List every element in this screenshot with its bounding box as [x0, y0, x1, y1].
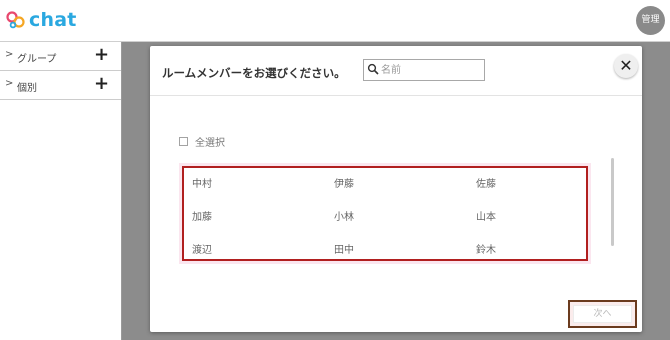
member-item[interactable]: 渡辺: [192, 241, 212, 256]
member-item[interactable]: 加藤: [192, 208, 212, 223]
member-item[interactable]: 伊藤: [334, 175, 354, 190]
search-input[interactable]: [381, 62, 479, 78]
sidebar-item-group[interactable]: > グループ +: [0, 42, 121, 71]
top-header: chat 管理: [0, 0, 670, 42]
close-icon: ✕: [619, 56, 633, 75]
sidebar-item-label: 個別: [17, 83, 37, 94]
select-all-label: 全選択: [195, 137, 225, 149]
sidebar-item-label: グループ: [17, 54, 57, 65]
logo-text: chat: [29, 9, 77, 31]
select-all-row[interactable]: 全選択: [179, 134, 225, 149]
add-individual-plus-icon[interactable]: +: [94, 74, 109, 94]
member-item[interactable]: 鈴木: [476, 241, 496, 256]
next-button[interactable]: 次へ: [573, 305, 632, 323]
scrollbar[interactable]: [611, 158, 614, 246]
member-list: 中村 伊藤 佐藤 加藤 小林 山本 渡辺 田中 鈴木: [182, 166, 588, 261]
admin-avatar-button[interactable]: 管理: [636, 6, 665, 35]
member-item[interactable]: 小林: [334, 208, 354, 223]
member-item[interactable]: 田中: [334, 241, 354, 256]
next-button-frame: 次へ: [568, 300, 637, 328]
modal-title: ルームメンバーをお選びください。: [162, 66, 346, 80]
chat-logo-icon: [6, 11, 25, 29]
close-button[interactable]: ✕: [614, 54, 638, 78]
sidebar-item-individual[interactable]: > 個別 +: [0, 71, 121, 100]
member-search-box[interactable]: [363, 59, 485, 81]
select-all-checkbox[interactable]: [179, 136, 188, 146]
member-select-modal: ルームメンバーをお選びください。 ✕ 全選択 中村 伊藤 佐藤 加藤 小林 山本…: [150, 46, 642, 332]
member-item[interactable]: 山本: [476, 208, 496, 223]
search-icon: [367, 63, 379, 75]
member-item[interactable]: 佐藤: [476, 175, 496, 190]
sidebar: > グループ + > 個別 +: [0, 42, 122, 340]
modal-header: ルームメンバーをお選びください。 ✕: [150, 46, 642, 96]
member-item[interactable]: 中村: [192, 175, 212, 190]
chat-logo[interactable]: chat: [5, 8, 77, 32]
add-group-plus-icon[interactable]: +: [94, 45, 109, 65]
chevron-right-icon: >: [5, 78, 14, 89]
chevron-right-icon: >: [5, 49, 14, 60]
